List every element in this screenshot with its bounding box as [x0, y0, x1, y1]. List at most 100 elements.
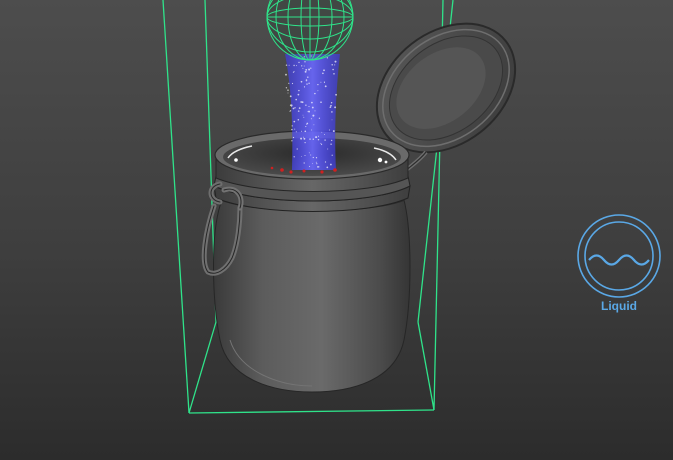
- particle: [317, 90, 319, 92]
- particle: [302, 114, 304, 116]
- particle: [292, 136, 295, 139]
- particle: [331, 139, 333, 142]
- particle: [323, 81, 325, 83]
- particle: [313, 124, 315, 126]
- particle: [302, 68, 304, 70]
- particle: [315, 157, 318, 159]
- particle: [314, 110, 316, 112]
- particle: [305, 126, 307, 128]
- particle: [296, 65, 298, 67]
- particle: [312, 114, 315, 117]
- particle: [307, 111, 309, 113]
- particle: [293, 120, 296, 123]
- particle: [298, 89, 300, 92]
- particle: [293, 156, 295, 158]
- particle: [317, 83, 319, 86]
- particle: [301, 130, 303, 132]
- particle: [305, 80, 307, 82]
- particle: [304, 61, 306, 63]
- particle: [304, 70, 307, 73]
- particle: [308, 152, 310, 154]
- particle: [320, 81, 322, 83]
- particle: [330, 143, 332, 145]
- particle: [310, 154, 312, 156]
- particle: [295, 131, 297, 133]
- particle: [315, 136, 318, 139]
- particle: [287, 89, 289, 91]
- particle: [285, 87, 288, 89]
- particle: [295, 98, 297, 101]
- particle: [305, 69, 308, 71]
- particle: [294, 107, 296, 109]
- particle: [328, 129, 331, 131]
- particle: [331, 111, 333, 113]
- particle: [304, 154, 306, 157]
- particle: [303, 137, 306, 140]
- particle: [305, 104, 307, 106]
- particle: [301, 65, 303, 67]
- particle: [334, 106, 337, 109]
- particle: [310, 67, 312, 69]
- particle: [324, 139, 326, 141]
- particle: [308, 68, 311, 71]
- liquid-wave-icon: [577, 214, 661, 298]
- particle: [332, 130, 335, 133]
- liquid-tool-label: Liquid: [601, 299, 637, 313]
- particle: [335, 93, 337, 96]
- particle: [311, 129, 313, 131]
- particle: [304, 130, 307, 133]
- particle: [331, 64, 333, 66]
- particle: [301, 101, 304, 104]
- particle: [297, 93, 300, 96]
- particle: [320, 101, 322, 103]
- particle-stream: [285, 54, 340, 170]
- particle: [297, 119, 300, 121]
- particle: [308, 82, 310, 85]
- particle: [330, 101, 333, 104]
- particle: [315, 161, 317, 163]
- particle: [321, 131, 323, 133]
- particle: [309, 165, 311, 167]
- particle: [303, 86, 306, 88]
- particle: [310, 118, 312, 120]
- particle: [287, 92, 289, 94]
- particle: [300, 137, 303, 140]
- particle: [308, 110, 310, 113]
- particle: [314, 92, 316, 95]
- liquid-tool-button[interactable]: Liquid: [573, 213, 665, 317]
- particle: [312, 156, 314, 159]
- particle: [330, 104, 332, 107]
- particle: [333, 73, 335, 75]
- particle: [285, 73, 287, 76]
- particle: [291, 82, 294, 85]
- particle: [291, 140, 293, 142]
- particle: [321, 143, 323, 146]
- particle: [329, 107, 331, 109]
- particle: [317, 138, 320, 141]
- particle: [293, 70, 295, 72]
- particle: [285, 64, 288, 66]
- particle: [304, 141, 306, 144]
- particle: [320, 142, 322, 144]
- particle: [334, 60, 337, 63]
- particle-emitter-sphere[interactable]: [266, 0, 354, 61]
- particle: [318, 117, 321, 119]
- particle: [322, 72, 324, 75]
- particle: [291, 125, 293, 127]
- particle: [329, 163, 332, 166]
- particle: [312, 163, 314, 164]
- particle: [288, 64, 290, 66]
- particle: [303, 65, 305, 67]
- particle: [300, 80, 303, 83]
- jar-mesh[interactable]: [213, 130, 411, 393]
- particle: [292, 107, 295, 110]
- particle: [300, 155, 302, 157]
- particle: [324, 85, 327, 88]
- particle: [309, 138, 311, 140]
- particle: [303, 136, 305, 138]
- particle: [311, 101, 313, 104]
- 3d-viewport[interactable]: Liquid: [0, 0, 673, 460]
- particle: [296, 148, 298, 150]
- particle: [288, 82, 290, 84]
- particle: [308, 105, 310, 108]
